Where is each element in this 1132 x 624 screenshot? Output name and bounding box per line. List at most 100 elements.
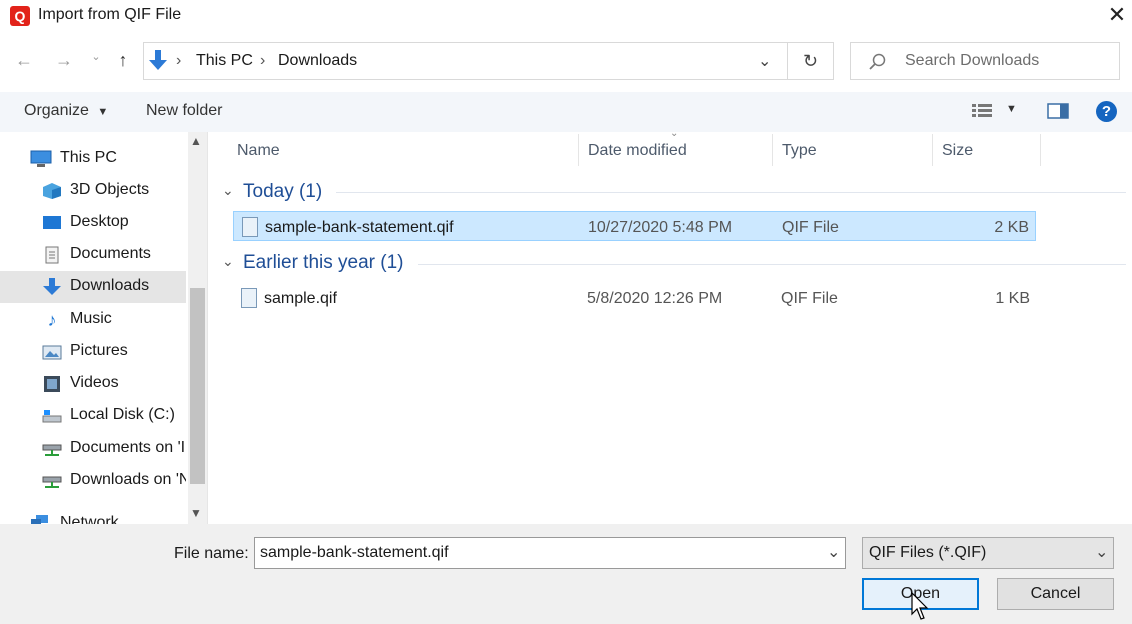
disk-icon [42,407,62,425]
mouse-cursor-icon [911,592,929,620]
file-type-filter[interactable]: QIF Files (*.QIF) ⌄ [862,537,1114,569]
column-header-type[interactable]: Type [782,142,817,160]
file-name: sample.qif [264,290,337,307]
navigation-pane: This PC 3D Objects Desktop Documents Dow… [0,132,208,524]
sidebar-item-label: Desktop [70,213,129,230]
preview-pane-icon[interactable] [1047,103,1069,119]
network-icon [30,514,50,524]
group-divider [418,264,1126,265]
network-drive-icon [42,440,62,458]
group-collapse-chevron-icon[interactable]: ⌄ [222,182,234,199]
qif-file-icon [241,288,257,308]
sidebar-item-label: Documents [70,245,151,262]
organize-button[interactable]: Organize ▼ [24,102,108,120]
file-name-dropdown-icon[interactable]: ⌄ [827,542,840,562]
sidebar-item-documents[interactable]: Documents [0,239,186,271]
organize-label: Organize [24,102,89,119]
file-row[interactable]: sample.qif 5/8/2020 12:26 PM QIF File 1 … [233,283,1036,313]
breadcrumb-separator-icon: › [260,52,266,69]
scrollbar-thumb[interactable] [190,288,205,484]
file-size: 2 KB [994,219,1029,236]
view-options-icon[interactable] [972,103,996,119]
close-icon[interactable]: ✕ [1104,2,1130,28]
file-size: 1 KB [995,290,1030,307]
scroll-down-icon[interactable]: ▼ [190,506,202,520]
scroll-up-icon[interactable]: ▲ [190,134,202,148]
search-icon [869,53,886,70]
sidebar-item-music[interactable]: ♪ Music [0,304,186,336]
sidebar-item-videos[interactable]: Videos [0,368,186,400]
cancel-button[interactable]: Cancel [997,578,1114,610]
refresh-icon[interactable]: ↻ [788,42,834,80]
sidebar-item-pictures[interactable]: Pictures [0,336,186,368]
file-name-field[interactable]: sample-bank-statement.qif ⌄ [254,537,846,569]
sidebar-item-label: 3D Objects [70,181,150,198]
column-header-date[interactable]: Date modified [588,142,687,160]
file-date: 5/8/2020 12:26 PM [587,290,723,307]
new-folder-button[interactable]: New folder [146,102,222,120]
column-divider [772,134,773,166]
file-name-value: sample-bank-statement.qif [260,544,449,561]
search-box[interactable]: Search Downloads [850,42,1120,80]
sidebar-item-label: Downloads on 'N [70,471,186,488]
sidebar-item-network[interactable]: Network [0,506,186,524]
address-bar[interactable]: › This PC › Downloads ⌄ [143,42,788,80]
downloads-location-icon [149,50,167,70]
search-placeholder: Search Downloads [905,52,1040,69]
sidebar-item-this-pc[interactable]: This PC [0,143,186,175]
group-header-today[interactable]: Today (1) [243,181,322,203]
up-arrow-icon[interactable]: ↑ [111,50,135,71]
group-divider [336,192,1126,193]
sidebar-item-local-disk[interactable]: Local Disk (C:) [0,400,186,432]
file-row[interactable]: sample-bank-statement.qif 10/27/2020 5:4… [233,211,1036,241]
sidebar-item-documents-network[interactable]: Documents on 'I [0,433,186,465]
computer-icon [30,150,52,168]
filter-dropdown-icon: ⌄ [1095,544,1109,561]
file-type-filter-value: QIF Files (*.QIF) [869,544,987,561]
breadcrumb-this-pc[interactable]: This PC [196,52,253,70]
file-name: sample-bank-statement.qif [265,219,454,236]
file-name-label: File name: [174,545,249,562]
sidebar-item-label: Music [70,310,112,327]
video-icon [42,375,62,393]
breadcrumb-separator-icon: › [176,52,182,69]
music-note-icon: ♪ [47,310,57,330]
address-dropdown-chevron-icon[interactable]: ⌄ [758,51,771,71]
cube-icon [42,182,62,200]
column-header-size[interactable]: Size [942,142,973,160]
sidebar-item-desktop[interactable]: Desktop [0,207,186,239]
view-dropdown-icon[interactable]: ▼ [1006,103,1017,115]
sidebar-item-label: Local Disk (C:) [70,406,175,423]
column-header-name[interactable]: Name [237,142,280,160]
column-divider [932,134,933,166]
quicken-app-icon: Q [10,6,30,26]
organize-dropdown-icon: ▼ [97,106,109,118]
sort-indicator-icon: ⌄ [670,128,679,139]
window-title: Import from QIF File [38,6,182,23]
documents-icon [42,246,62,264]
sidebar-item-label: Network [60,514,119,524]
group-collapse-chevron-icon[interactable]: ⌄ [222,253,234,270]
sidebar-item-downloads[interactable]: Downloads [0,271,186,303]
sidebar-item-3d-objects[interactable]: 3D Objects [0,175,186,207]
file-type: QIF File [781,290,838,307]
breadcrumb-downloads[interactable]: Downloads [278,52,357,70]
file-date: 10/27/2020 5:48 PM [588,219,733,236]
sidebar-item-label: Videos [70,374,119,391]
sidebar-item-label: Documents on 'I [70,439,186,456]
forward-arrow-icon[interactable]: → [52,50,76,71]
sidebar-item-downloads-network[interactable]: Downloads on 'N [0,465,186,497]
sidebar-item-label: Pictures [70,342,128,359]
desktop-icon [42,214,62,232]
pictures-icon [42,343,62,361]
recent-locations-chevron-icon[interactable]: ⌄ [84,50,108,63]
group-header-earlier-this-year[interactable]: Earlier this year (1) [243,252,404,274]
help-icon[interactable]: ? [1096,101,1117,122]
column-divider [1040,134,1041,166]
download-arrow-icon [42,278,62,296]
network-drive-icon [42,472,62,490]
sidebar-item-label: Downloads [70,277,150,294]
qif-file-icon [242,217,258,237]
back-arrow-icon[interactable]: ← [12,50,36,71]
column-divider [578,134,579,166]
